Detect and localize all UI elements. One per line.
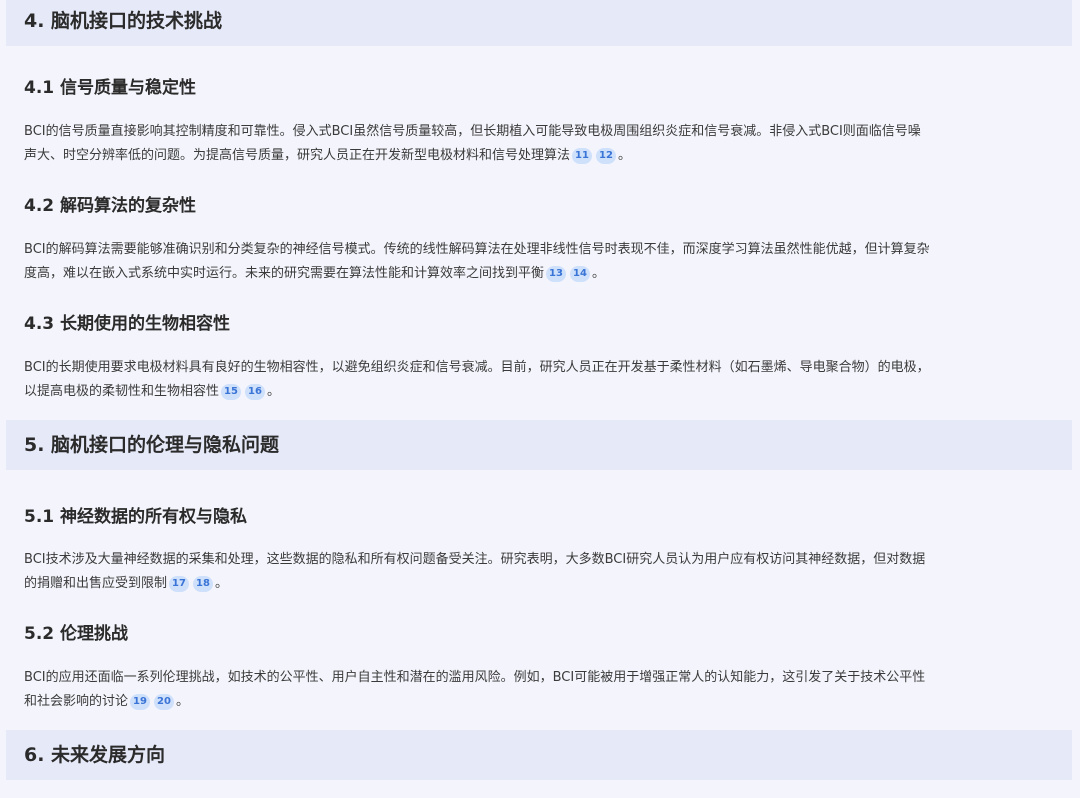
paragraph-line: BCI的信号质量直接影响其控制精度和可靠性。侵入式BCI虽然信号质量较高，但长期…: [24, 124, 921, 139]
period-mark: 。: [592, 266, 606, 281]
period-mark: 。: [215, 576, 229, 591]
section-heading-5: 5. 脑机接口的伦理与隐私问题: [6, 420, 1072, 470]
section-heading-6: 6. 未来发展方向: [6, 730, 1072, 780]
paragraph-line: BCI的解码算法需要能够准确识别和分类复杂的神经信号模式。传统的线性解码算法在处…: [24, 242, 930, 257]
citation-badge[interactable]: 12: [596, 148, 617, 164]
citation-badge[interactable]: 15: [221, 384, 242, 400]
subsection-heading-4-2: 4.2 解码算法的复杂性: [24, 196, 197, 216]
subsection-heading-4-3: 4.3 长期使用的生物相容性: [24, 314, 231, 334]
citation-badge[interactable]: 17: [169, 576, 190, 592]
citation-badge[interactable]: 13: [546, 266, 567, 282]
citation-badge[interactable]: 14: [570, 266, 591, 282]
paragraph-line-last: 和社会影响的讨论 19 20。: [24, 690, 1058, 714]
paragraph-line-last: 的捐赠和出售应受到限制 17 18。: [24, 572, 1058, 596]
paragraph-line-last: 以提高电极的柔韧性和生物相容性 15 16。: [24, 380, 1058, 404]
period-mark: 。: [618, 148, 632, 163]
paragraph-line: 声大、时空分辨率低的问题。为提高信号质量，研究人员正在开发新型电极材料和信号处理…: [24, 148, 571, 163]
paragraph-line: 和社会影响的讨论: [24, 694, 129, 709]
period-mark: 。: [267, 384, 281, 399]
citation-badge[interactable]: 11: [572, 148, 593, 164]
paragraph-line-last: 声大、时空分辨率低的问题。为提高信号质量，研究人员正在开发新型电极材料和信号处理…: [24, 144, 1058, 168]
section-heading-4: 4. 脑机接口的技术挑战: [6, 0, 1072, 46]
paragraph-line: BCI技术涉及大量神经数据的采集和处理，这些数据的隐私和所有权问题备受关注。研究…: [24, 552, 926, 567]
citation-badge[interactable]: 20: [154, 694, 175, 710]
paragraph-line: 的捐赠和出售应受到限制: [24, 576, 168, 591]
subsection-heading-5-1: 5.1 神经数据的所有权与隐私: [24, 507, 248, 527]
subsection-heading-5-2: 5.2 伦理挑战: [24, 624, 129, 644]
paragraph-4-1: BCI的信号质量直接影响其控制精度和可靠性。侵入式BCI虽然信号质量较高，但长期…: [24, 120, 1058, 168]
article-page: 4. 脑机接口的技术挑战 4.1 信号质量与稳定性 BCI的信号质量直接影响其控…: [0, 0, 1080, 798]
citation-badge[interactable]: 18: [193, 576, 214, 592]
paragraph-line: BCI的应用还面临一系列伦理挑战，如技术的公平性、用户自主性和潜在的滥用风险。例…: [24, 670, 926, 685]
paragraph-4-3: BCI的长期使用要求电极材料具有良好的生物相容性，以避免组织炎症和信号衰减。目前…: [24, 356, 1058, 404]
period-mark: 。: [176, 694, 190, 709]
paragraph-line-last: 度高，难以在嵌入式系统中实时运行。未来的研究需要在算法性能和计算效率之间找到平衡…: [24, 262, 1058, 286]
paragraph-line: 以提高电极的柔韧性和生物相容性: [24, 384, 220, 399]
paragraph-line: 度高，难以在嵌入式系统中实时运行。未来的研究需要在算法性能和计算效率之间找到平衡: [24, 266, 545, 281]
subsection-heading-4-1: 4.1 信号质量与稳定性: [24, 78, 197, 98]
paragraph-line: BCI的长期使用要求电极材料具有良好的生物相容性，以避免组织炎症和信号衰减。目前…: [24, 360, 930, 375]
paragraph-5-2: BCI的应用还面临一系列伦理挑战，如技术的公平性、用户自主性和潜在的滥用风险。例…: [24, 666, 1058, 714]
citation-badge[interactable]: 19: [130, 694, 151, 710]
paragraph-5-1: BCI技术涉及大量神经数据的采集和处理，这些数据的隐私和所有权问题备受关注。研究…: [24, 548, 1058, 596]
citation-badge[interactable]: 16: [245, 384, 266, 400]
paragraph-4-2: BCI的解码算法需要能够准确识别和分类复杂的神经信号模式。传统的线性解码算法在处…: [24, 238, 1058, 286]
